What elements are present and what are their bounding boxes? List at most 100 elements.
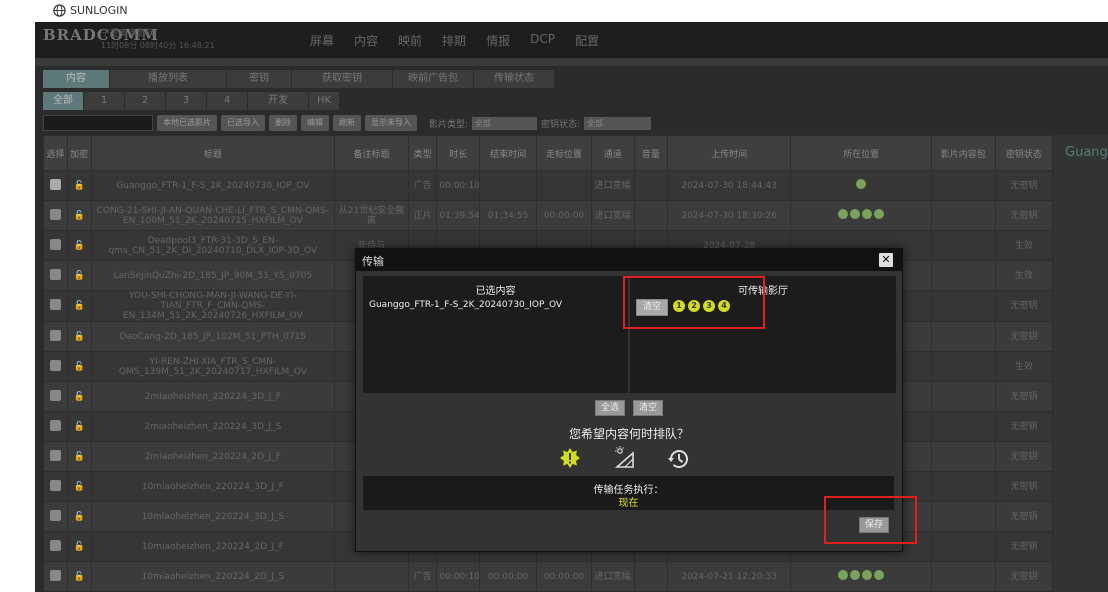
row-checkbox[interactable] (49, 359, 61, 371)
encrypt-cell: 🔓 (66, 531, 92, 562)
tab-get-keys[interactable]: 获取密钥 (292, 70, 393, 88)
row-checkbox[interactable] (49, 238, 61, 250)
unlock-icon: 🔓 (73, 481, 85, 492)
local-selected-button[interactable]: 本地已选影片 (157, 115, 217, 131)
col-remark[interactable]: 备注标题 (334, 135, 409, 171)
delete-button[interactable]: 删除 (269, 115, 297, 131)
subtab-hk[interactable]: HK (309, 92, 340, 110)
table-row[interactable]: 🔓 CONG-21-SHI-JI-AN-QUAN-CHE-LI_FTR_S_CMN… (43, 200, 1054, 231)
film-type-label: 影片类型: (429, 119, 469, 130)
edit-button[interactable]: 编辑 (301, 115, 329, 131)
globe-icon (53, 4, 66, 17)
clear-all-button[interactable]: 清空 (633, 400, 664, 416)
col-title[interactable]: 标题 (90, 135, 336, 171)
search-input[interactable] (43, 115, 153, 131)
title-cell: DaoCang-2D_185_JP_102M_51_PTH_0715 (90, 321, 336, 352)
col-key-status[interactable]: 密钥状态 (994, 135, 1054, 171)
title-cell: YOU-SHI-CHONG-MAN-JI-WANG-DE-YI-TIAN_FTR… (90, 290, 336, 322)
brand-time: 11时08分 08时40分 16:48:21 (101, 41, 215, 50)
tab-keys[interactable]: 密钥 (227, 70, 292, 88)
close-icon[interactable]: ✕ (879, 253, 893, 267)
upload-time-cell: 2024-07-21 12:20:33 (666, 561, 792, 592)
col-end-time[interactable]: 结束时间 (479, 135, 538, 171)
select-cell[interactable] (43, 501, 68, 532)
scheduled-history-icon[interactable] (667, 447, 691, 474)
refresh-button[interactable]: 刷新 (333, 115, 361, 131)
encrypt-cell: 🔓 (66, 501, 92, 532)
off-peak-icon[interactable] (612, 445, 636, 472)
col-volume[interactable]: 音量 (633, 135, 668, 171)
select-cell[interactable] (43, 561, 68, 592)
row-checkbox[interactable] (49, 329, 61, 341)
select-cell[interactable] (43, 260, 68, 291)
select-cell[interactable] (43, 441, 68, 472)
row-checkbox[interactable] (49, 419, 61, 431)
nav-content[interactable]: 内容 (354, 32, 378, 49)
now-icon[interactable] (559, 447, 581, 472)
col-channel[interactable]: 通道 (590, 135, 635, 171)
type-cell: 广告 (407, 561, 438, 592)
select-all-button[interactable]: 全选 (595, 400, 626, 416)
selected-content-pane: 已选内容 Guanggo_FTR-1_F-S_2K_20240730_IOP_O… (363, 276, 628, 393)
subtab-1[interactable]: 1 (84, 92, 125, 110)
select-cell[interactable] (43, 381, 68, 412)
row-checkbox[interactable] (49, 509, 61, 521)
subtab-dev[interactable]: 开发 (248, 92, 309, 110)
film-type-select[interactable]: 全部 (472, 116, 538, 130)
nav-config[interactable]: 配置 (575, 32, 599, 49)
col-select[interactable]: 选择 (43, 135, 68, 171)
tab-transfer-status[interactable]: 传输状态 (474, 70, 555, 88)
col-upload-time[interactable]: 上传时间 (666, 135, 792, 171)
row-checkbox[interactable] (49, 268, 61, 280)
col-type[interactable]: 类型 (407, 135, 438, 171)
title-cell: YI-REN-ZHI-XIA_FTR_S_CMN-QMS_139M_51_2K_… (90, 351, 336, 382)
nav-info[interactable]: 情报 (486, 32, 510, 49)
show-unimported-button[interactable]: 显示未导入 (365, 115, 417, 131)
col-credits-pos[interactable]: 走标位置 (536, 135, 592, 171)
tab-content[interactable]: 内容 (43, 70, 110, 88)
table-row[interactable]: 🔓 Guanggo_FTR-1_F-S_2K_20240730_IOP_OV 广告 0… (43, 170, 1054, 201)
key-status-cell: 无密钥 (994, 531, 1054, 562)
select-cell[interactable] (43, 471, 68, 502)
selected-content-item[interactable]: Guanggo_FTR-1_F-S_2K_20240730_IOP_OV (369, 300, 562, 310)
subtab-2[interactable]: 2 (125, 92, 166, 110)
tab-playlist[interactable]: 播放列表 (110, 70, 227, 88)
nav-preshow[interactable]: 映前 (398, 32, 422, 49)
row-checkbox[interactable] (49, 178, 61, 190)
encrypt-cell: 🔓 (66, 321, 92, 352)
select-cell[interactable] (43, 411, 68, 442)
col-package[interactable]: 影片内容包 (930, 135, 996, 171)
table-row[interactable]: 🔓 10miaoheizhen_220224_2D_J_S 广告 00:00:10 00… (43, 561, 1054, 592)
select-cell[interactable] (43, 170, 68, 201)
col-location[interactable]: 所在位置 (790, 135, 932, 171)
execution-value: 现在 (618, 498, 639, 509)
nav-schedule[interactable]: 排期 (442, 32, 466, 49)
row-checkbox[interactable] (49, 208, 61, 220)
row-checkbox[interactable] (49, 569, 61, 581)
unlock-icon: 🔓 (73, 511, 85, 522)
select-cell[interactable] (43, 230, 68, 261)
col-duration[interactable]: 时长 (436, 135, 481, 171)
select-cell[interactable] (43, 531, 68, 562)
select-cell[interactable] (43, 290, 68, 322)
select-cell[interactable] (43, 351, 68, 382)
encrypt-cell: 🔓 (66, 351, 92, 382)
select-cell[interactable] (43, 200, 68, 231)
nav-dcp[interactable]: DCP (530, 32, 555, 49)
row-checkbox[interactable] (49, 299, 61, 310)
row-checkbox[interactable] (49, 389, 61, 401)
select-cell[interactable] (43, 321, 68, 352)
package-cell (930, 561, 996, 592)
col-encrypt[interactable]: 加密 (66, 135, 92, 171)
import-button[interactable]: 已选导入 (221, 115, 265, 131)
subtab-3[interactable]: 3 (166, 92, 207, 110)
subtab-all[interactable]: 全部 (43, 92, 84, 110)
row-checkbox[interactable] (49, 539, 61, 551)
row-checkbox[interactable] (49, 449, 61, 461)
title-cell: 10miaoheizhen_220224_2D_J_F (90, 531, 336, 562)
nav-screens[interactable]: 屏幕 (310, 32, 334, 49)
row-checkbox[interactable] (49, 479, 61, 491)
subtab-4[interactable]: 4 (207, 92, 248, 110)
tab-preshow-ads[interactable]: 映前广告包 (393, 70, 474, 88)
key-status-select[interactable]: 全部 (584, 116, 652, 130)
